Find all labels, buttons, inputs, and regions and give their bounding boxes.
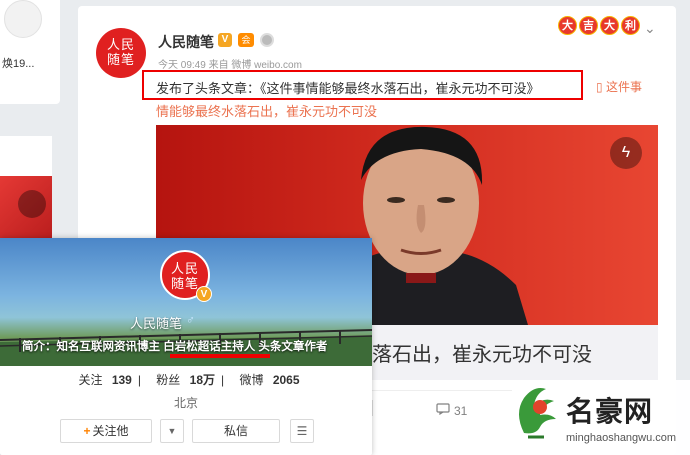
post-meta: 今天 09:49 来自 微博 weibo.com xyxy=(158,60,302,71)
post-text-continuation[interactable]: 情能够最终水落石出，崔永元功不可没 xyxy=(156,101,377,120)
avatar-text-line-2: 随笔 xyxy=(106,53,135,68)
lucky-badge[interactable]: 大 吉 大 利 xyxy=(558,16,640,35)
left-flash-icon[interactable] xyxy=(18,190,46,218)
follow-label: 关注 xyxy=(78,373,103,387)
verified-icon[interactable]: V xyxy=(218,33,232,47)
post-text-prefix: 发布了头条文章： xyxy=(156,81,261,96)
lucky-char: 大 xyxy=(558,16,577,35)
chevron-down-icon[interactable]: ⌄ xyxy=(644,20,656,37)
follow-options-button[interactable]: ▼ xyxy=(160,419,184,443)
follow-stat[interactable]: 关注 139 xyxy=(72,373,131,387)
post-text: 发布了头条文章：《这件事情能够最终水落石出，崔永元功不可没》 xyxy=(156,78,540,97)
profile-name[interactable]: 人民随笔 xyxy=(130,313,182,332)
action-divider xyxy=(372,400,373,416)
follow-count: 139 xyxy=(111,373,132,387)
profile-location: 北京 xyxy=(173,396,198,410)
highlight-underline xyxy=(170,354,270,358)
article-link[interactable]: ▯ 这件事 xyxy=(596,78,642,95)
article-title-link[interactable]: 《这件事情能够最终水落石出，崔永元功不可没》 xyxy=(260,81,540,96)
medal-icon[interactable] xyxy=(260,33,274,47)
avatar-text-line-1: 人民 xyxy=(106,38,135,53)
member-icon[interactable]: 会 xyxy=(238,33,254,47)
fans-stat[interactable]: 粉丝 18万 xyxy=(150,373,215,387)
comment-count[interactable]: 31 xyxy=(454,404,467,418)
weibo-stat[interactable]: 微博 2065 xyxy=(233,373,299,387)
follow-button-label: 关注他 xyxy=(92,424,129,438)
author-avatar[interactable]: 人民 随笔 xyxy=(96,28,146,78)
left-avatar[interactable] xyxy=(4,0,42,38)
article-headline[interactable]: 落石出，崔永元功不可没 xyxy=(372,338,592,367)
flash-icon[interactable]: ϟ xyxy=(610,137,642,169)
male-icon: ♂ xyxy=(186,313,195,327)
fans-label: 粉丝 xyxy=(156,373,181,387)
lucky-char: 大 xyxy=(600,16,619,35)
profile-bio: 简介：知名互联网资讯博主 白岩松超话主持人 头条文章作者 xyxy=(22,341,328,353)
follow-button[interactable]: + 关注他 xyxy=(60,419,152,443)
fans-count: 18万 xyxy=(189,373,216,387)
plus-icon: + xyxy=(83,424,91,438)
watermark-url: minghaoshangwu.com xyxy=(566,432,677,444)
profile-stats: 关注 139 | 粉丝 18万 | 微博 2065 xyxy=(0,371,372,388)
message-button[interactable]: 私信 xyxy=(192,419,280,443)
watermark-logo-icon xyxy=(519,388,556,439)
author-name[interactable]: 人民随笔 xyxy=(158,32,214,52)
menu-icon[interactable]: ☰ xyxy=(290,419,314,443)
weibo-label: 微博 xyxy=(239,373,264,387)
lucky-char: 吉 xyxy=(579,16,598,35)
watermark-title: 名豪网 xyxy=(566,396,654,427)
comment-icon[interactable] xyxy=(436,403,450,418)
left-username-snippet[interactable]: 焕19... xyxy=(2,55,34,71)
lucky-char: 利 xyxy=(621,16,640,35)
avatar-text-line-1: 人民 xyxy=(170,262,199,277)
weibo-count: 2065 xyxy=(272,373,300,387)
verified-icon: V xyxy=(196,286,212,302)
profile-popup-card: 人民 随笔 V 人民随笔 ♂ 简介：知名互联网资讯博主 白岩松超话主持人 头条文… xyxy=(0,238,372,455)
